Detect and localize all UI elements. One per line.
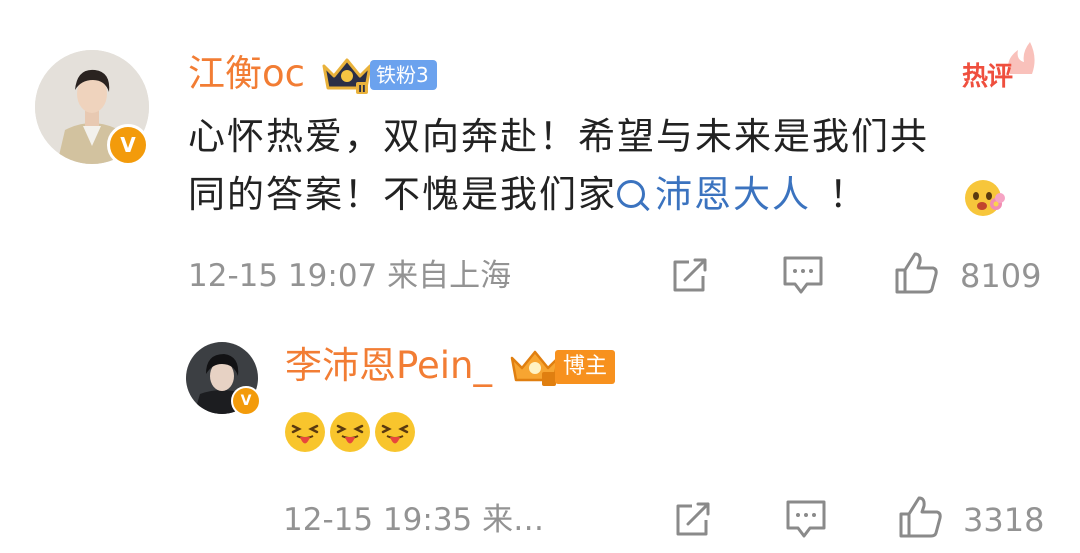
tongue-out-emoji-icon	[375, 412, 415, 452]
comment-icon[interactable]	[781, 254, 825, 296]
comment-body: 心怀热爱，双向奔赴！希望与未来是我们共 同的答案！不愧是我们家 沛恩大人 ！	[188, 108, 1068, 224]
tongue-out-emoji-icon	[285, 412, 325, 452]
share-icon[interactable]	[669, 254, 711, 296]
flower-face-emoji-icon	[965, 180, 1005, 216]
hot-flame-icon	[1008, 42, 1035, 74]
comment-text-segment: 同的答案！不愧是我们家	[188, 173, 617, 216]
comment-icon[interactable]	[784, 498, 828, 540]
commenter-username[interactable]: 江衡oc	[188, 52, 305, 96]
like-count: 3318	[963, 501, 1045, 539]
comment-thread: V 江衡oc II 铁粉3 热评 心怀热爱，双向奔赴！希望与未来是我们共 同的答…	[0, 0, 1080, 553]
host-crown-icon	[510, 350, 560, 386]
like-icon[interactable]	[897, 494, 943, 540]
topic-link-label: 沛恩大人	[655, 173, 811, 216]
comment-text-line-1: 心怀热爱，双向奔赴！希望与未来是我们共	[188, 115, 929, 158]
verified-badge-icon: V	[107, 124, 149, 166]
reply-username[interactable]: 李沛恩Pein_	[285, 344, 492, 388]
comment-meta: 12-15 19:07 来自上海	[188, 258, 512, 294]
verified-badge-icon: V	[231, 386, 261, 416]
tongue-out-emoji-icon	[330, 412, 370, 452]
share-icon[interactable]	[672, 498, 714, 540]
comment-text-line-2: 同的答案！不愧是我们家 沛恩大人 ！	[188, 166, 1068, 224]
like-count: 8109	[960, 257, 1042, 295]
crown-icon: II	[322, 58, 372, 95]
reply-meta: 12-15 19:35 来…	[283, 502, 545, 538]
like-icon[interactable]	[893, 250, 939, 296]
comment-text-segment-end: ！	[829, 173, 868, 216]
topic-link[interactable]: 沛恩大人	[617, 173, 811, 216]
host-badge: 博主	[555, 350, 616, 384]
search-icon	[617, 180, 645, 208]
fan-level-badge: 铁粉3	[370, 60, 437, 90]
svg-text:II: II	[358, 84, 365, 95]
